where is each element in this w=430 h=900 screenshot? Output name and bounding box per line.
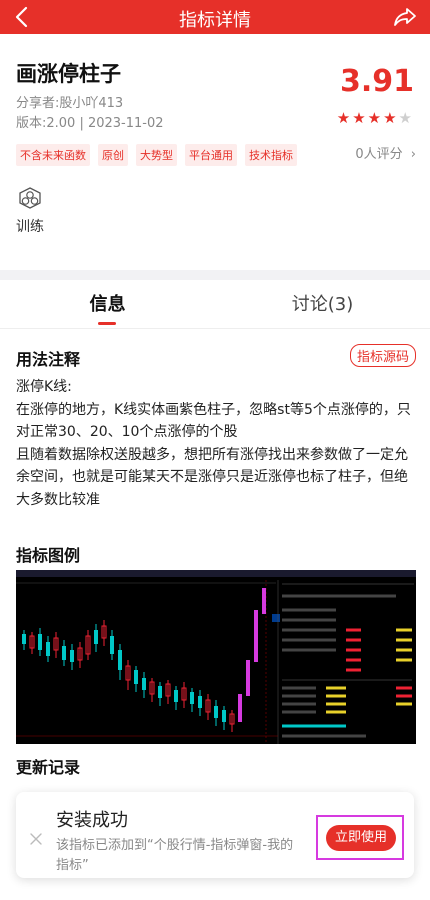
indicator-info-card: 画涨停柱子 3.91 分享者:股小吖413 版本:2.00 | 2023-11-… <box>0 34 430 270</box>
star-icon: ★ <box>367 109 384 127</box>
star-icon: ★ <box>383 109 399 127</box>
star-empty-icon: ★ <box>398 109 414 127</box>
tag: 大势型 <box>136 144 177 166</box>
star-icon: ★ <box>352 109 368 127</box>
page-title: 指标详情 <box>179 10 251 31</box>
version-date-text: 版本:2.00 | 2023-11-02 <box>16 116 164 131</box>
top-bar: 指标详情 <box>0 0 430 34</box>
train-icon[interactable] <box>17 186 43 210</box>
toast-message: 该指标已添加到“个股行情-指标弹窗-我的指标” <box>56 838 294 873</box>
install-success-toast: 安装成功 该指标已添加到“个股行情-指标弹窗-我的指标” 立即使用 <box>16 792 414 878</box>
use-now-button[interactable]: 立即使用 <box>326 825 396 851</box>
toast-title: 安装成功 <box>56 810 128 831</box>
usage-notes: 涨停K线: 在涨停的地方，K线实体画紫色柱子，忽略st等5个点涨停的，只对正常3… <box>16 376 414 511</box>
tag: 原创 <box>98 144 128 166</box>
quote-panel <box>280 580 416 744</box>
source-code-button[interactable]: 指标源码 <box>349 344 416 367</box>
indicator-score: 3.91 <box>339 64 414 99</box>
divider <box>0 328 430 329</box>
usage-paragraph: 在涨停的地方，K线实体画紫色柱子，忽略st等5个点涨停的，只对正常30、20、1… <box>16 401 411 441</box>
active-tab-indicator <box>98 322 116 325</box>
train-label[interactable]: 训练 <box>16 216 44 236</box>
star-rating: ★★★★★ <box>337 109 414 127</box>
tag: 平台通用 <box>185 144 237 166</box>
tag: 不含未来函数 <box>16 144 90 166</box>
kline-chart-illustration <box>16 570 416 744</box>
update-log-title: 更新记录 <box>16 758 81 777</box>
chevron-right-icon: › <box>410 147 416 162</box>
share-icon[interactable] <box>392 4 418 30</box>
usage-paragraph: 涨停K线: <box>16 379 72 395</box>
indicator-name: 画涨停柱子 <box>16 62 121 86</box>
sharer-text: 分享者:股小吖413 <box>16 96 124 111</box>
figure-title: 指标图例 <box>16 546 81 565</box>
tab-discussion[interactable]: 讨论(3) <box>215 290 430 330</box>
tag: 技术指标 <box>245 144 297 166</box>
close-icon[interactable] <box>29 832 43 846</box>
usage-paragraph: 且随着数据除权送股越多，想把所有涨停找出来参数做了一定允余空间，也就是可能某天不… <box>16 446 408 508</box>
rating-count: 0人评分 <box>355 147 403 162</box>
tag-list: 不含未来函数 原创 大势型 平台通用 技术指标 <box>16 144 297 166</box>
usage-title: 用法注释 <box>16 350 81 369</box>
use-now-highlight: 立即使用 <box>316 815 404 860</box>
rating-count-link[interactable]: 0人评分 › <box>355 143 416 162</box>
indicator-example-image[interactable] <box>16 570 416 744</box>
star-icon: ★ <box>336 109 353 127</box>
